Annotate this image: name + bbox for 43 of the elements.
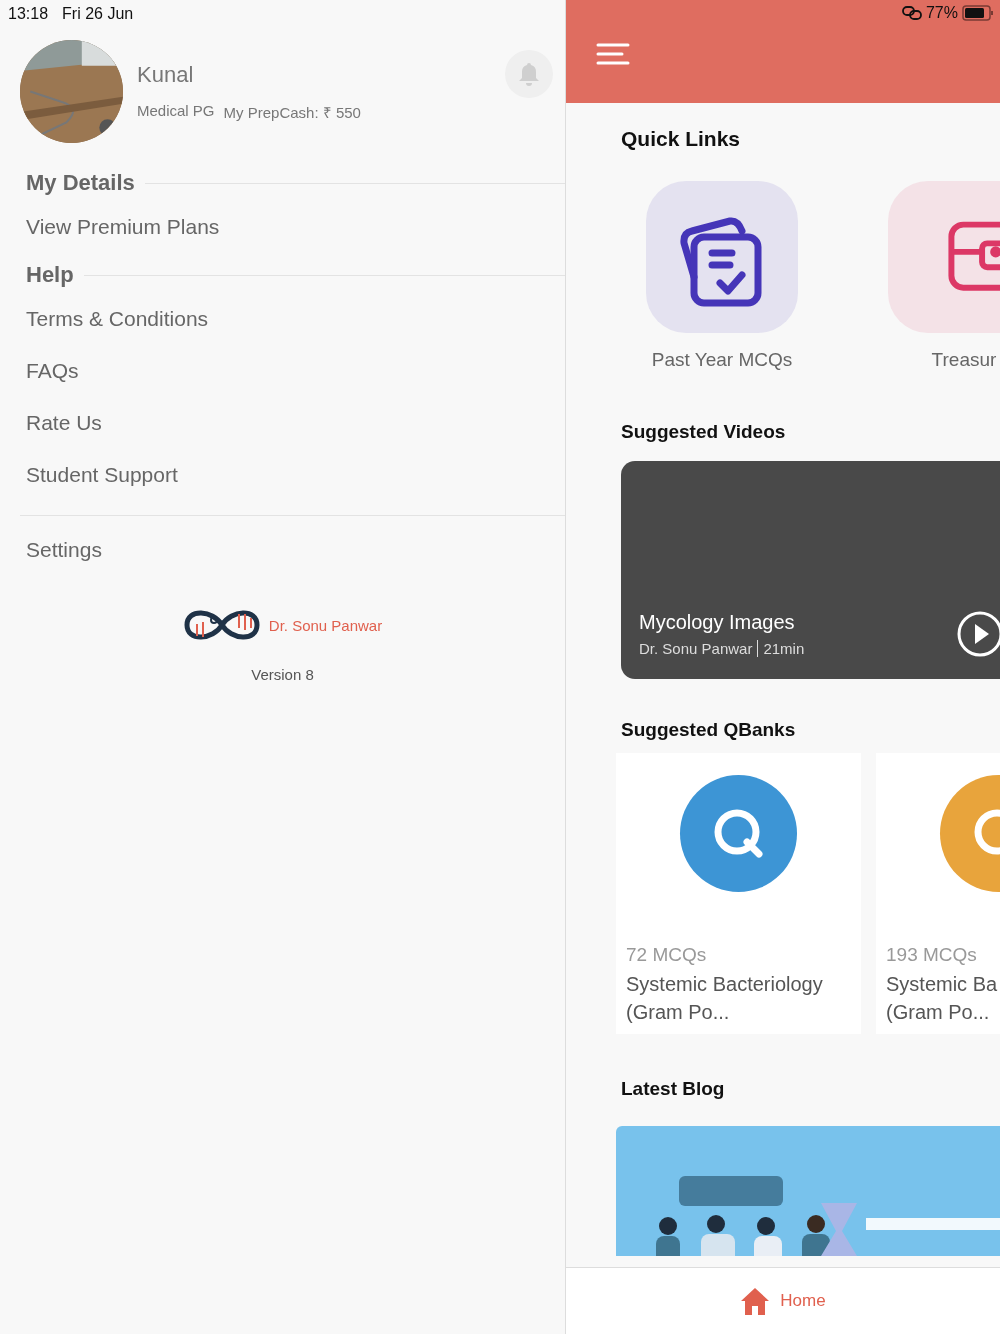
qbank-title: (Gram Po... bbox=[886, 1000, 991, 1025]
video-title: Mycology Images bbox=[639, 611, 796, 634]
prepcash-balance: My PrepCash: ₹ 550 bbox=[223, 102, 361, 122]
qbank-title: (Gram Po... bbox=[626, 1000, 731, 1025]
video-duration: 21min bbox=[763, 640, 805, 657]
menu-item[interactable]: Terms & Conditions bbox=[0, 293, 565, 345]
bell-icon bbox=[518, 62, 540, 86]
section-title: Quick Links bbox=[620, 127, 742, 151]
version-label: Version 8 bbox=[250, 666, 315, 683]
menu-item[interactable]: Settings bbox=[0, 524, 565, 576]
home-tab[interactable]: Home bbox=[732, 1283, 834, 1319]
play-icon bbox=[957, 611, 1000, 657]
video-card[interactable]: Mycology Images Dr. Sonu Panwar 21min bbox=[621, 461, 1000, 679]
section-title: Latest Blog bbox=[620, 1078, 726, 1100]
qbank-card[interactable]: 193 MCQs Systemic Ba (Gram Po... bbox=[876, 753, 1000, 1034]
quick-link-label: Past Year MCQs bbox=[651, 349, 793, 371]
menu-item[interactable]: Rate Us bbox=[0, 397, 565, 449]
quick-link-tile[interactable] bbox=[888, 181, 1000, 333]
section-heading: My Details bbox=[26, 170, 135, 196]
user-name: Kunal bbox=[137, 61, 195, 88]
mcq-count: 193 MCQs bbox=[886, 944, 978, 966]
qbank-card[interactable]: 72 MCQs Systemic Bacteriology (Gram Po... bbox=[616, 753, 861, 1034]
link-icon bbox=[901, 6, 922, 20]
qbank-title: Systemic Bacteriology bbox=[626, 972, 824, 997]
qbank-title: Systemic Ba bbox=[886, 972, 999, 997]
user-course: Medical PG bbox=[137, 101, 215, 121]
menu-item[interactable]: Student Support bbox=[0, 449, 565, 501]
brand-name: Dr. Sonu Panwar bbox=[268, 616, 383, 634]
section-heading: Help bbox=[26, 262, 74, 288]
menu-item[interactable]: View Premium Plans bbox=[0, 201, 565, 253]
mcq-count: 72 MCQs bbox=[626, 944, 708, 966]
home-icon bbox=[740, 1287, 771, 1315]
battery-percent: 77% bbox=[925, 4, 958, 22]
menu-icon bbox=[596, 43, 630, 65]
status-time: 13:18 bbox=[8, 5, 49, 23]
video-author: Dr. Sonu Panwar bbox=[639, 640, 753, 657]
quick-link-tile[interactable] bbox=[646, 181, 798, 333]
status-date: Fri 26 Jun bbox=[62, 5, 134, 23]
quick-link-label: Treasur bbox=[931, 349, 997, 371]
battery-icon bbox=[962, 5, 994, 21]
section-title: Suggested Videos bbox=[620, 421, 787, 443]
menu-item[interactable]: FAQs bbox=[0, 345, 565, 397]
section-title: Suggested QBanks bbox=[620, 719, 797, 741]
